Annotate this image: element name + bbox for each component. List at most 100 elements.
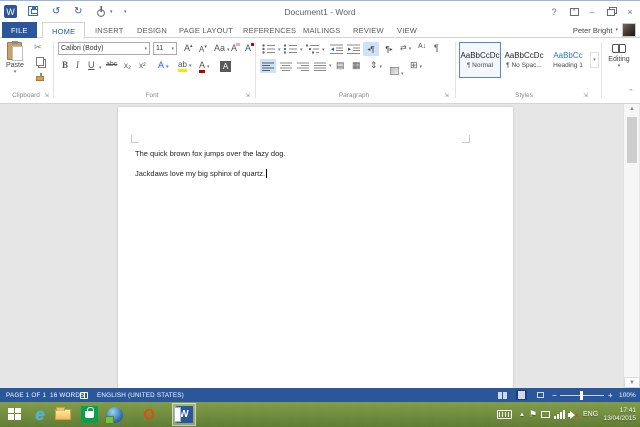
help-icon[interactable]: ?: [544, 1, 564, 23]
start-button[interactable]: [3, 403, 27, 426]
document-text-line1[interactable]: The quick brown fox jumps over the lazy …: [135, 149, 286, 158]
align-center-icon[interactable]: [279, 59, 293, 73]
taskbar-store-icon[interactable]: [77, 403, 101, 426]
justify-icon[interactable]: [313, 59, 327, 73]
web-layout-icon[interactable]: [535, 390, 546, 400]
clock[interactable]: 17:4113/04/2015: [603, 402, 636, 427]
styles-dialog-launcher-icon[interactable]: ⇲: [583, 92, 588, 99]
increase-indent-icon[interactable]: [347, 44, 360, 54]
grow-font-icon[interactable]: A▴: [184, 43, 193, 53]
styles-gallery-more-icon[interactable]: ▾: [590, 52, 599, 68]
save-icon[interactable]: [28, 6, 38, 16]
line-spacing-icon[interactable]: ⇕▾: [370, 60, 382, 71]
taskbar-office-icon[interactable]: O: [137, 403, 161, 426]
touch-mode-icon[interactable]: [96, 5, 108, 18]
decrease-indent-icon[interactable]: [330, 44, 343, 54]
superscript-icon[interactable]: x²: [139, 61, 146, 70]
minimize-icon[interactable]: –: [582, 1, 602, 23]
paste-button[interactable]: Paste ▾: [6, 42, 24, 75]
scrollbar-thumb[interactable]: [627, 117, 637, 163]
touch-mode-dropdown-icon[interactable]: ▾: [110, 9, 113, 15]
format-painter-icon[interactable]: [36, 76, 44, 81]
clear-formatting-icon[interactable]: A: [231, 43, 240, 53]
tab-design[interactable]: DESIGN: [128, 22, 176, 38]
style-no-spacing[interactable]: AaBbCcDc ¶ No Spac...: [503, 42, 545, 78]
font-dialog-launcher-icon[interactable]: ⇲: [245, 92, 250, 99]
font-name-select[interactable]: Calibri (Body)▾: [58, 42, 150, 55]
zoom-in-icon[interactable]: +: [608, 388, 613, 402]
ribbon-display-options-icon[interactable]: ^: [564, 1, 584, 23]
show-hide-pilcrow-icon[interactable]: ¶: [434, 43, 439, 53]
zoom-slider-thumb[interactable]: [580, 391, 583, 400]
editing-button[interactable]: Editing ▾: [606, 44, 632, 69]
underline-icon[interactable]: U: [88, 60, 95, 70]
numbered-list-icon[interactable]: [284, 44, 298, 54]
language-indicator[interactable]: ENGLISH (UNITED STATES): [97, 388, 184, 402]
borders-icon[interactable]: ⊞▾: [410, 60, 422, 71]
tab-mailings[interactable]: MAILINGS: [294, 22, 349, 38]
change-case-icon[interactable]: Aa▾: [214, 43, 230, 53]
page-count[interactable]: PAGE 1 OF 1: [6, 388, 46, 402]
restore-icon[interactable]: [601, 1, 621, 23]
copy-icon[interactable]: [36, 57, 44, 66]
shrink-font-icon[interactable]: A▾: [199, 44, 207, 54]
hardware-icon[interactable]: [541, 402, 550, 427]
close-icon[interactable]: ×: [620, 1, 640, 23]
highlight-color-icon[interactable]: ab▾: [178, 60, 191, 69]
shading-bucket-icon[interactable]: ▾: [390, 62, 404, 80]
justify-dropdown-icon[interactable]: ▾: [329, 63, 332, 69]
character-shading-icon[interactable]: A: [220, 61, 231, 72]
italic-icon[interactable]: I: [76, 60, 79, 70]
character-scaling-icon[interactable]: ⇄▾: [400, 43, 411, 52]
strikethrough-icon[interactable]: abc: [106, 61, 117, 68]
tab-page-layout[interactable]: PAGE LAYOUT: [170, 22, 242, 38]
network-icon[interactable]: [554, 402, 565, 427]
align-left-icon[interactable]: [260, 59, 276, 73]
print-layout-icon[interactable]: [516, 390, 527, 400]
scroll-up-icon[interactable]: ▲: [624, 104, 640, 115]
text-effects-icon[interactable]: A▾: [158, 60, 169, 70]
grid-settings-icon[interactable]: ▦: [352, 60, 361, 71]
redo-icon[interactable]: ↻: [74, 1, 82, 23]
ltr-direction-icon[interactable]: ◂¶: [363, 42, 379, 56]
bold-icon[interactable]: B: [62, 60, 68, 70]
font-size-select[interactable]: 11▾: [153, 42, 177, 55]
document-text-line2[interactable]: Jackdaws love my big sphinx of quartz.: [135, 169, 267, 178]
tab-review[interactable]: REVIEW: [344, 22, 393, 38]
rtl-direction-icon[interactable]: ¶▸: [382, 42, 396, 56]
subscript-icon[interactable]: x₂: [124, 61, 131, 70]
tab-view[interactable]: VIEW: [388, 22, 426, 38]
tab-file[interactable]: FILE: [2, 22, 37, 38]
bullet-list-icon[interactable]: [262, 44, 276, 54]
touch-keyboard-icon[interactable]: [497, 402, 512, 427]
cut-icon[interactable]: ✂: [34, 42, 42, 53]
taskbar-internet-explorer-icon[interactable]: e: [28, 403, 52, 426]
qat-customize-icon[interactable]: ▾: [124, 9, 127, 15]
read-mode-icon[interactable]: [497, 390, 508, 400]
clipboard-dialog-launcher-icon[interactable]: ⇲: [44, 92, 49, 99]
multilevel-list-dropdown-icon[interactable]: ▾: [322, 47, 325, 53]
zoom-out-icon[interactable]: −: [552, 388, 557, 402]
font-color-icon[interactable]: A▾: [199, 60, 210, 70]
align-right-icon[interactable]: [296, 59, 310, 73]
signed-in-user[interactable]: Peter Bright ▾: [573, 22, 618, 38]
paragraph-dialog-launcher-icon[interactable]: ⇲: [444, 92, 449, 99]
vertical-scrollbar[interactable]: ▲ ▼: [623, 104, 639, 388]
sort-icon[interactable]: A↓: [418, 43, 426, 50]
numbered-list-dropdown-icon[interactable]: ▾: [300, 47, 303, 53]
zoom-slider[interactable]: [560, 388, 604, 402]
phonetic-guide-icon[interactable]: A: [245, 43, 254, 53]
user-avatar[interactable]: [622, 23, 636, 37]
bullet-list-dropdown-icon[interactable]: ▾: [278, 47, 281, 53]
tab-home[interactable]: HOME: [42, 22, 85, 39]
taskbar-file-explorer-icon[interactable]: [51, 403, 75, 426]
multilevel-list-icon[interactable]: [306, 44, 320, 54]
input-language-indicator[interactable]: ENG: [583, 402, 598, 427]
taskbar-word-icon-active[interactable]: W: [172, 403, 196, 426]
zoom-percentage[interactable]: 100%: [619, 388, 636, 402]
volume-muted-icon[interactable]: ×: [568, 402, 578, 427]
tab-insert[interactable]: INSERT: [86, 22, 133, 38]
proofing-icon[interactable]: [80, 388, 88, 402]
document-page[interactable]: The quick brown fox jumps over the lazy …: [118, 107, 513, 388]
underline-dropdown-icon[interactable]: ▾: [99, 65, 102, 71]
